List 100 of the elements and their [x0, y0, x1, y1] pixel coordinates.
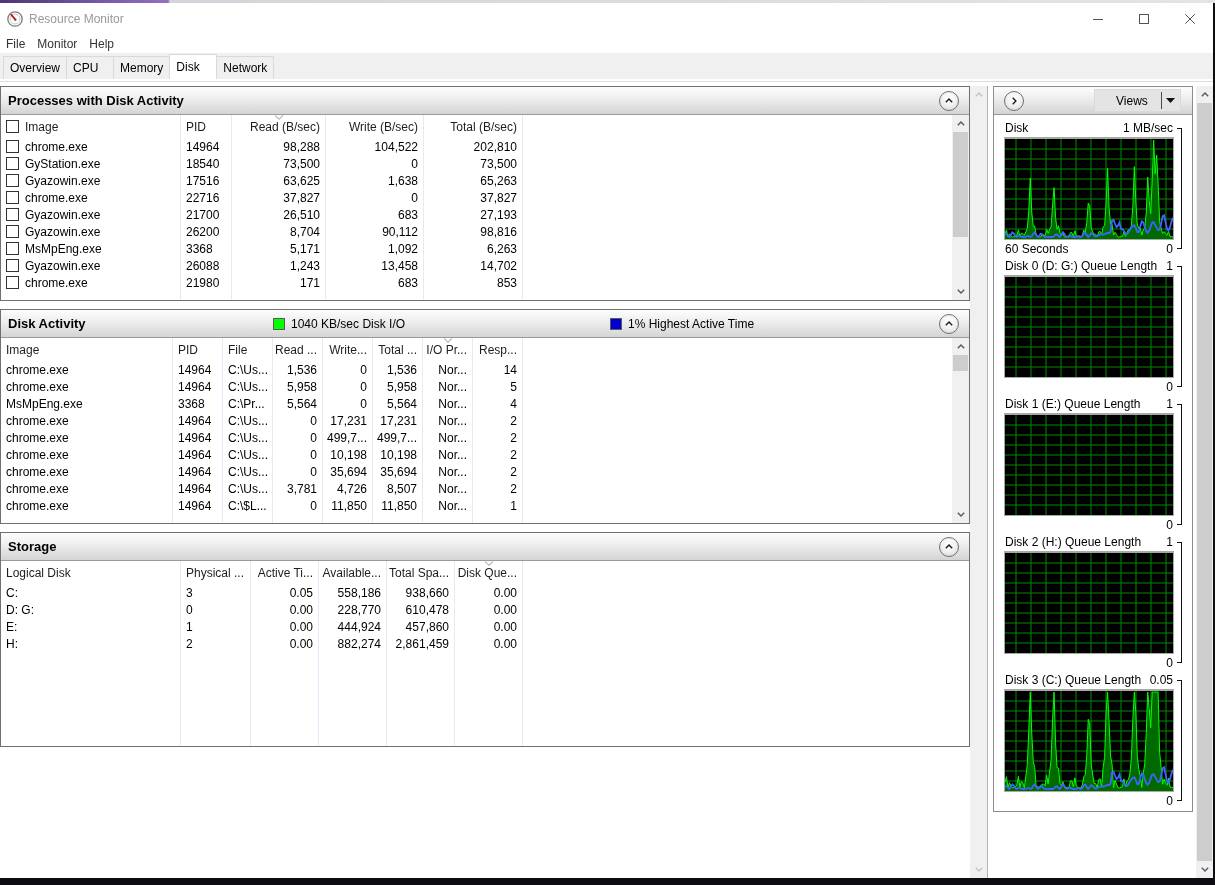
menu-item[interactable]: Monitor [31, 35, 84, 53]
scrollbar-thumb[interactable] [1197, 103, 1212, 861]
checkbox[interactable] [6, 242, 19, 255]
table-cell: C:\Us... [223, 446, 273, 463]
scrollbar-thumb[interactable] [953, 132, 968, 237]
column-header[interactable]: Image [1, 338, 173, 361]
scale-min-label: 0 [1166, 793, 1173, 808]
checkbox[interactable] [6, 208, 19, 221]
table-cell: 5,958 [373, 378, 423, 395]
table-cell: 1,243 [232, 257, 326, 274]
scrollbar[interactable] [1196, 86, 1213, 878]
chevron-up-icon [945, 544, 953, 549]
table-cell: 1 [473, 497, 523, 514]
table-cell: 26,510 [232, 206, 326, 223]
table-cell: 0 [273, 463, 323, 480]
table-cell: chrome.exe [1, 446, 173, 463]
collapse-button[interactable] [939, 313, 959, 334]
tab[interactable]: Disk [169, 54, 218, 79]
column-header[interactable]: Write... [323, 338, 373, 361]
table-cell: 683 [326, 206, 424, 223]
table-cell: 882,274 [319, 635, 387, 652]
table-cell: 3 [181, 584, 251, 601]
table-cell: 171 [232, 274, 326, 291]
tab[interactable]: Network [216, 56, 275, 79]
scrollbar[interactable] [970, 86, 988, 878]
table-cell: Nor... [423, 378, 473, 395]
checkbox[interactable] [6, 191, 19, 204]
table-cell: chrome.exe [1, 429, 173, 446]
table-cell: 0.00 [455, 635, 523, 652]
table-cell: 14964 [173, 429, 223, 446]
tab[interactable]: Overview [3, 56, 67, 79]
table-cell: Nor... [423, 429, 473, 446]
table-cell: chrome.exe [1, 497, 173, 514]
column-header[interactable]: Image [25, 119, 59, 134]
table-cell: chrome.exe [1, 361, 173, 378]
chevron-right-icon [1011, 96, 1017, 105]
table-cell: Nor... [423, 463, 473, 480]
column-header[interactable]: File [223, 338, 273, 361]
table-cell: 2 [473, 463, 523, 480]
expand-button[interactable] [1004, 90, 1024, 111]
scrollbar-thumb[interactable] [953, 355, 968, 371]
table-cell: 2 [473, 429, 523, 446]
table-cell: 0.00 [455, 601, 523, 618]
column-header[interactable]: Total ... [373, 338, 423, 361]
table-cell: C: [1, 584, 181, 601]
column-header[interactable]: Write (B/sec) [326, 115, 424, 138]
table-cell: 0 [326, 189, 424, 206]
table-cell: 11,850 [373, 497, 423, 514]
column-header[interactable]: Read ... [273, 338, 323, 361]
column-header[interactable]: Active Ti... [251, 561, 319, 584]
column-header[interactable]: PID [181, 115, 232, 138]
checkbox[interactable] [6, 174, 19, 187]
column-header[interactable]: Total Spa... [387, 561, 455, 584]
column-header[interactable]: I/O Pr... [423, 338, 473, 361]
table-cell: chrome.exe [1, 463, 173, 480]
table-cell: chrome.exe [1, 378, 173, 395]
table-cell: 6,263 [424, 240, 523, 257]
column-header[interactable]: Resp... [473, 338, 523, 361]
table-cell: 10,198 [373, 446, 423, 463]
views-button[interactable]: Views [1094, 89, 1181, 112]
table-cell: 11,850 [323, 497, 373, 514]
table-cell: Gyazowin.exe [25, 173, 101, 188]
table-cell: 0 [273, 446, 323, 463]
table-cell: 0 [326, 155, 424, 172]
table-cell: 4 [473, 395, 523, 412]
checkbox[interactable] [6, 140, 19, 153]
table-cell: 14964 [173, 361, 223, 378]
table-cell: 14964 [173, 378, 223, 395]
collapse-button[interactable] [939, 90, 959, 111]
table-cell: 37,827 [424, 189, 523, 206]
chevron-down-icon [974, 867, 983, 872]
checkbox[interactable] [6, 120, 19, 133]
table-cell: 27,193 [424, 206, 523, 223]
table-cell: 65,263 [424, 172, 523, 189]
checkbox[interactable] [6, 276, 19, 289]
menu-item[interactable]: File [0, 35, 32, 53]
column-header[interactable]: PID [173, 338, 223, 361]
table-cell: Nor... [423, 412, 473, 429]
table-cell: 2 [473, 446, 523, 463]
column-header[interactable]: Available... [319, 561, 387, 584]
table-cell: 14,702 [424, 257, 523, 274]
table-cell: Gyazowin.exe [25, 207, 101, 222]
column-header[interactable]: Disk Que... [455, 561, 523, 584]
table-cell: 1,638 [326, 172, 424, 189]
checkbox[interactable] [6, 225, 19, 238]
table-cell: chrome.exe [1, 480, 173, 497]
column-header[interactable]: Read (B/sec) [232, 115, 326, 138]
column-header[interactable]: Physical ... [181, 561, 251, 584]
table-cell: chrome.exe [25, 275, 88, 290]
menu-item[interactable]: Help [83, 35, 121, 53]
checkbox[interactable] [6, 157, 19, 170]
table-cell: C:\Pr... [223, 395, 273, 412]
column-header[interactable]: Total (B/sec) [424, 115, 523, 138]
checkbox[interactable] [6, 259, 19, 272]
column-header[interactable]: Logical Disk [1, 561, 181, 584]
scrollbar[interactable] [952, 338, 969, 523]
chevron-down-icon [1200, 867, 1209, 872]
collapse-button[interactable] [939, 536, 959, 557]
scrollbar[interactable] [952, 115, 969, 300]
table-cell: 0.05 [251, 584, 319, 601]
